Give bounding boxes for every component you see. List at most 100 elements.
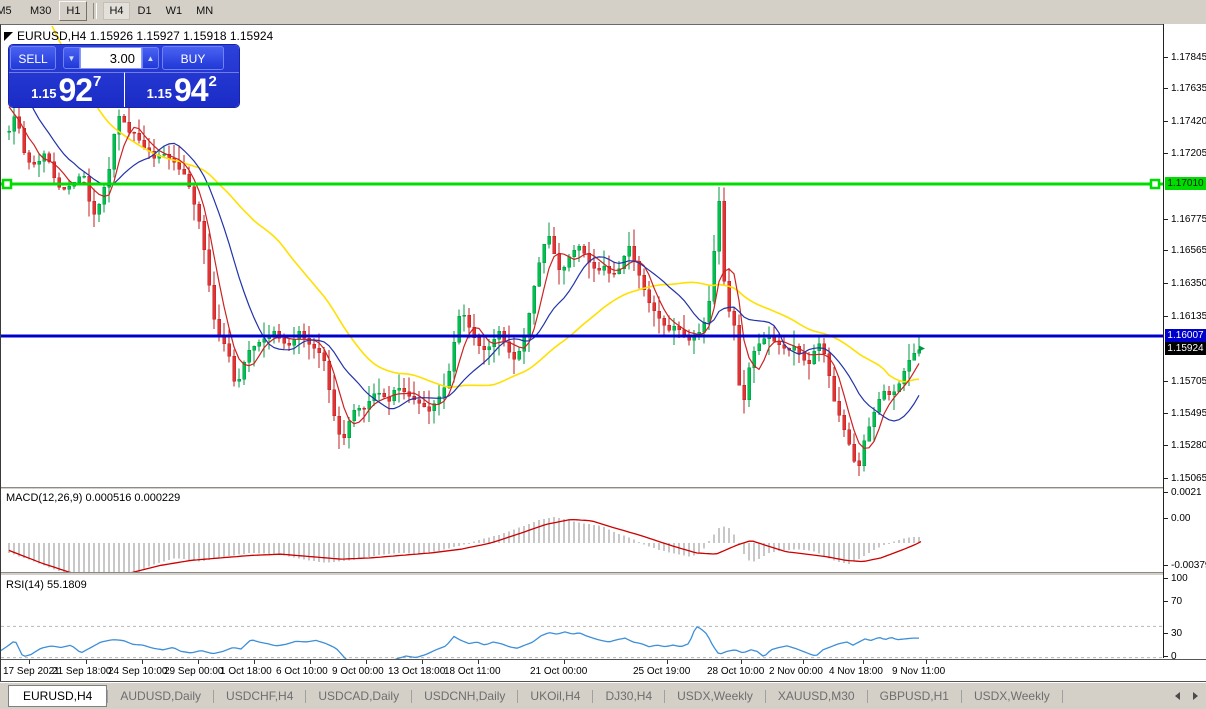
- scale-tick: [1164, 656, 1168, 657]
- price-tick-label: 1.16775: [1171, 214, 1206, 225]
- chart-header: EURUSD,H4 1.15926 1.15927 1.15918 1.1592…: [4, 29, 273, 43]
- time-tick: [86, 660, 87, 664]
- chart-tab-bar: EURUSD,H4AUDUSD,DailyUSDCHF,H4USDCAD,Dai…: [0, 682, 1206, 709]
- scale-tick: [1164, 219, 1168, 220]
- timeframe-button-d1[interactable]: D1: [132, 2, 158, 20]
- time-label: 21 Oct 00:00: [530, 666, 587, 677]
- green-line-price-label: 1.17010: [1165, 177, 1206, 190]
- price-scale: 1.178451.176351.174201.172051.167751.165…: [1163, 24, 1206, 658]
- scale-tick: [1164, 316, 1168, 317]
- volume-decrease-button[interactable]: ▼: [63, 47, 80, 69]
- volume-increase-button[interactable]: ▲: [142, 47, 159, 69]
- time-label: 13 Oct 18:00: [388, 666, 445, 677]
- time-tick: [254, 660, 255, 664]
- one-click-trading-panel: SELL ▼ ▲ BUY 1.15 92 7 1.15 94 2: [9, 45, 239, 107]
- time-tick: [478, 660, 479, 664]
- sell-button[interactable]: SELL: [10, 46, 56, 70]
- mt4-application: M5M30H1 H4D1W1MN EURUSD,H4 1.15926 1.1592…: [0, 0, 1206, 708]
- tab-separator: [1062, 690, 1063, 703]
- tab-scroll-left-icon[interactable]: [1175, 692, 1180, 700]
- chart-window: EURUSD,H4 1.15926 1.15927 1.15918 1.1592…: [0, 24, 1206, 683]
- time-label: 24 Sep 10:00: [108, 666, 168, 677]
- timeframe-button-w1[interactable]: W1: [160, 2, 189, 20]
- chart-symbol-period: EURUSD,H4: [17, 29, 86, 43]
- timeframe-toolbar: M5M30H1 H4D1W1MN: [0, 0, 1206, 22]
- chart-tab[interactable]: UKOil,H4: [518, 685, 592, 707]
- time-label: 18 Oct 11:00: [444, 666, 501, 677]
- rsi-scale-label: 100: [1171, 573, 1188, 584]
- price-tick-label: 1.16135: [1171, 311, 1206, 322]
- macd-scale-label: -0.00379: [1171, 560, 1206, 571]
- time-label: 4 Nov 18:00: [829, 666, 883, 677]
- rsi-label: RSI(14) 55.1809: [6, 579, 87, 591]
- chart-tab[interactable]: USDCHF,H4: [214, 685, 305, 707]
- time-tick: [803, 660, 804, 664]
- sell-price-big: 92: [58, 76, 92, 104]
- scale-tick: [1164, 88, 1168, 89]
- time-label: 2 Nov 00:00: [769, 666, 823, 677]
- scale-tick: [1164, 601, 1168, 602]
- scale-tick: [1164, 492, 1168, 493]
- price-tick-label: 1.15705: [1171, 376, 1206, 387]
- sell-price-button[interactable]: 1.15 92 7: [9, 72, 125, 107]
- volume-input[interactable]: [80, 47, 142, 69]
- chart-tab-active[interactable]: EURUSD,H4: [8, 685, 107, 707]
- time-tick: [667, 660, 668, 664]
- scale-tick: [1164, 413, 1168, 414]
- scale-tick: [1164, 121, 1168, 122]
- price-tick-label: 1.15495: [1171, 408, 1206, 419]
- chart-tab[interactable]: USDCAD,Daily: [306, 685, 411, 707]
- time-label: 25 Oct 19:00: [633, 666, 690, 677]
- time-label: 9 Nov 11:00: [892, 666, 945, 677]
- scale-tick: [1164, 381, 1168, 382]
- rsi-chart[interactable]: [1, 576, 1164, 659]
- chart-ohlc-values: 1.15926 1.15927 1.15918 1.15924: [90, 29, 274, 43]
- time-label: 28 Oct 10:00: [707, 666, 764, 677]
- time-tick: [198, 660, 199, 664]
- blue-line-price-label: 1.16007: [1165, 329, 1206, 342]
- time-tick: [863, 660, 864, 664]
- last-price-label: 1.15924: [1165, 342, 1206, 355]
- timeframe-button-mn[interactable]: MN: [190, 2, 219, 20]
- scale-tick: [1164, 153, 1168, 154]
- scale-tick: [1164, 518, 1168, 519]
- buy-price-pip: 2: [209, 73, 217, 90]
- timeframe-button-m30[interactable]: M30: [24, 2, 57, 20]
- time-tick: [142, 660, 143, 664]
- tab-scroll-right-icon[interactable]: [1193, 692, 1198, 700]
- time-label: 1 Oct 18:00: [220, 666, 272, 677]
- time-tick: [741, 660, 742, 664]
- hline-handle-left: [3, 180, 11, 188]
- chart-tab[interactable]: USDX,Weekly: [665, 685, 765, 707]
- chart-tab[interactable]: GBPUSD,H1: [868, 685, 961, 707]
- chart-tab[interactable]: USDX,Weekly: [962, 685, 1062, 707]
- chart-marker-icon: [4, 32, 13, 41]
- buy-button[interactable]: BUY: [162, 46, 224, 70]
- chart-tab[interactable]: XAUUSD,M30: [766, 685, 867, 707]
- time-tick: [926, 660, 927, 664]
- time-label: 9 Oct 00:00: [332, 666, 384, 677]
- toolbar-separator: [93, 3, 97, 19]
- scale-tick: [1164, 283, 1168, 284]
- price-tick-label: 1.17845: [1171, 52, 1206, 63]
- time-label: 6 Oct 10:00: [276, 666, 328, 677]
- scale-tick: [1164, 478, 1168, 479]
- price-tick-label: 1.17420: [1171, 116, 1206, 127]
- timeframe-button-h4[interactable]: H4: [103, 2, 129, 20]
- chart-tab[interactable]: USDCNH,Daily: [412, 685, 517, 707]
- scale-tick: [1164, 578, 1168, 579]
- scale-tick: [1164, 445, 1168, 446]
- rsi-scale-label: 0: [1171, 651, 1177, 662]
- macd-label: MACD(12,26,9) 0.000516 0.000229: [6, 492, 180, 504]
- scale-tick: [1164, 57, 1168, 58]
- time-tick: [29, 660, 30, 664]
- chart-tab[interactable]: AUDUSD,Daily: [108, 685, 213, 707]
- chart-tab[interactable]: DJ30,H4: [593, 685, 664, 707]
- hline-handle-right: [1151, 180, 1159, 188]
- timeframe-button-h1[interactable]: H1: [59, 1, 87, 21]
- timeframe-button-m5[interactable]: M5: [0, 2, 22, 20]
- buy-price-button[interactable]: 1.15 94 2: [125, 72, 240, 107]
- rsi-scale-label: 70: [1171, 596, 1182, 607]
- buy-price-prefix: 1.15: [147, 86, 172, 101]
- macd-scale-label: 0.0021: [1171, 487, 1202, 498]
